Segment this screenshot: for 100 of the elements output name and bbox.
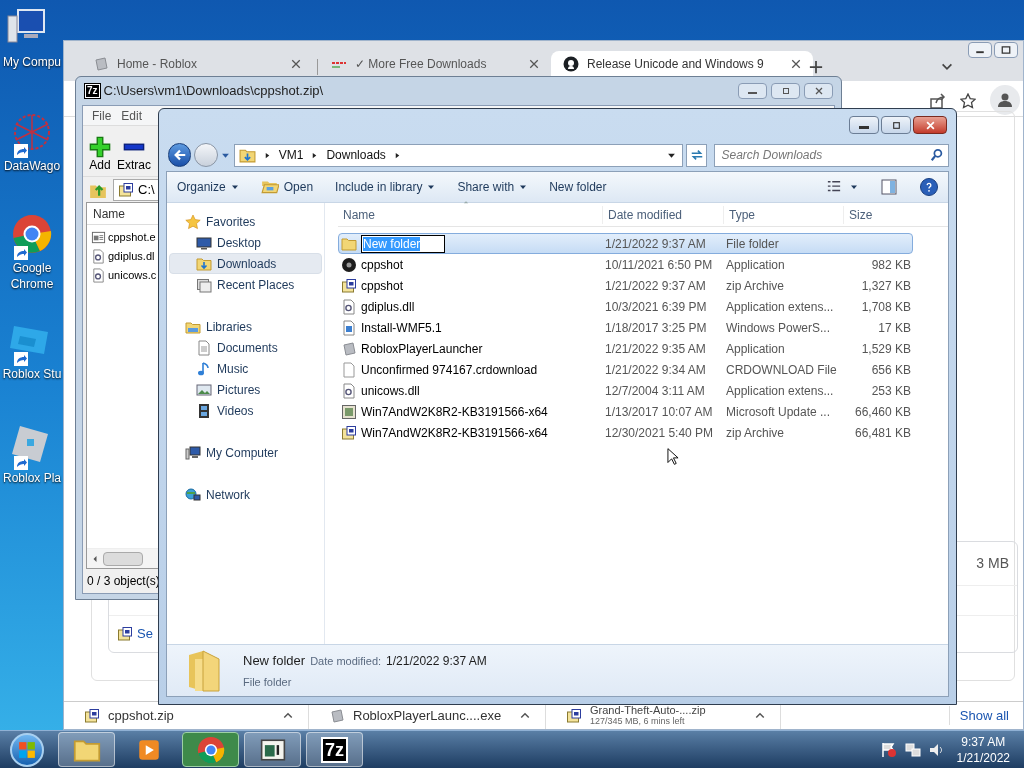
restore-icon — [1001, 45, 1011, 55]
file-row[interactable]: cppshot 1/21/2022 9:37 AM zip Archive 1,327 KB — [338, 275, 913, 296]
breadcrumb[interactable]: Downloads — [326, 146, 386, 164]
link[interactable]: Se — [137, 624, 153, 644]
nav-item[interactable]: My Computer — [167, 442, 324, 463]
start-button[interactable] — [10, 732, 44, 767]
browser-tab[interactable]: Release Unicode and Windows 9 — [551, 51, 813, 77]
preview-pane-icon — [880, 179, 898, 195]
nav-item[interactable]: Favorites — [167, 211, 324, 232]
toolbar-button[interactable]: Organize — [177, 178, 239, 196]
file-name[interactable]: cppshot.e — [108, 229, 156, 246]
toolbar-button[interactable]: Add — [89, 136, 111, 172]
back-button[interactable] — [168, 143, 192, 167]
file-row[interactable]: gdiplus.dll 10/3/2021 6:39 PM Application extens... 1,708 KB — [338, 296, 913, 317]
file-name: cppshot — [361, 277, 404, 295]
nav-item[interactable]: Music — [169, 358, 322, 379]
download-name: RobloxPlayerLaunc....exe — [353, 710, 503, 721]
breadcrumb[interactable]: VM1 — [278, 146, 304, 164]
date-cell-text: 1/21/2022 9:35 AM — [604, 340, 707, 358]
file-row[interactable]: Unconfirmed 974167.crdownload 1/21/2022 9:34 AM CRDOWNLOAD File 656 KB — [338, 359, 913, 380]
music-note-icon — [196, 360, 212, 377]
minimize-button[interactable] — [738, 83, 767, 99]
file-row[interactable]: RobloxPlayerLauncher 1/21/2022 9:35 AM Application 1,529 KB — [338, 338, 913, 359]
restore-button[interactable] — [994, 42, 1018, 58]
nav-item[interactable]: Network — [167, 484, 324, 505]
nav-item[interactable]: Recent Places — [169, 274, 322, 295]
type-cell-text: Application extens... — [725, 298, 835, 316]
file-row[interactable]: cppshot 10/11/2021 6:50 PM Application 982 KB — [338, 254, 913, 275]
search-icon — [930, 148, 944, 162]
desktop-icon-label[interactable]: Roblox Stu — [1, 366, 63, 382]
close-button[interactable] — [804, 83, 833, 99]
desktop-icon-label[interactable]: Roblox Pla — [1, 470, 63, 486]
file-row[interactable]: New folder 1/21/2022 9:37 AM File folder — [338, 233, 913, 254]
nav-item[interactable]: Pictures — [169, 379, 322, 400]
new-tab-icon — [809, 60, 823, 74]
restore-button[interactable] — [771, 83, 800, 99]
close-button[interactable] — [913, 116, 947, 134]
nav-item[interactable]: Videos — [169, 400, 322, 421]
windows-flag-icon — [18, 740, 36, 759]
folder-icon — [341, 235, 357, 252]
open-folder-icon — [260, 178, 279, 196]
search-field[interactable]: Search Downloads — [714, 143, 949, 167]
disc-icon — [341, 256, 357, 273]
scrollbar-thumb[interactable] — [103, 551, 143, 566]
menu-item[interactable]: File — [92, 106, 112, 125]
file-row[interactable]: unicows.dll 12/7/2004 3:11 AM Application extens... 253 KB — [338, 380, 913, 401]
column-header[interactable]: Name — [343, 205, 602, 224]
preview-pane-button[interactable] — [880, 179, 898, 195]
gear-document-icon — [341, 382, 357, 399]
file-name[interactable]: unicows.c — [108, 267, 157, 284]
file-row[interactable]: Install-WMF5.1 1/18/2017 3:25 PM Windows PowerS... 17 KB — [338, 317, 913, 338]
nav-item[interactable]: Libraries — [167, 316, 324, 337]
minimize-button[interactable] — [968, 42, 992, 58]
download-status: 127/345 MB, 6 mins left — [590, 715, 685, 727]
file-row[interactable]: Win7AndW2K8R2-KB3191566-x64 1/13/2017 10:07 AM Microsoft Update ... 66,460 KB — [338, 401, 913, 422]
date-cell-text: 1/13/2017 10:07 AM — [604, 403, 714, 421]
column-header[interactable]: Date modified — [602, 205, 723, 224]
restore-button[interactable] — [881, 116, 911, 134]
toolbar-button[interactable]: Share with — [457, 178, 528, 196]
detail-label: Date modified: — [310, 654, 382, 669]
film-strip-icon — [196, 402, 212, 419]
toolbar-button[interactable]: Extrac — [117, 136, 151, 172]
script-document-icon — [341, 319, 357, 336]
column-header[interactable]: Size — [843, 205, 915, 224]
file-row[interactable]: Win7AndW2K8R2-KB3191566-x64 12/30/2021 5:40 PM zip Archive 66,481 KB — [338, 422, 913, 443]
view-options-button[interactable] — [826, 180, 858, 194]
star-icon — [185, 213, 201, 230]
breadcrumb-arrow-icon — [263, 150, 271, 160]
file-name: Win7AndW2K8R2-KB3191566-x64 — [361, 424, 548, 442]
refresh-button[interactable] — [686, 143, 708, 167]
help-button[interactable] — [920, 178, 938, 196]
taskbar-button[interactable]: 7z — [306, 732, 363, 767]
browser-tab[interactable]: Home - Roblox — [81, 51, 313, 77]
profile-button[interactable] — [990, 85, 1020, 115]
list-view-icon — [826, 180, 842, 194]
file-name[interactable]: gdiplus.dl — [108, 248, 155, 265]
type-cell-text: Application — [725, 256, 786, 274]
archive-icon — [341, 424, 357, 441]
desktop-icon-label[interactable]: DataWago — [1, 158, 63, 174]
column-header[interactable]: Type — [723, 205, 843, 224]
toolbar-button[interactable]: New folder — [549, 178, 607, 196]
toolbar-button[interactable]: Include in library — [335, 178, 436, 196]
type-cell-text: zip Archive — [725, 424, 786, 442]
back-arrow-icon — [172, 148, 187, 162]
desktop-icon-label[interactable]: Google Chrome — [1, 260, 63, 292]
gear-document-icon — [341, 298, 357, 315]
nav-item[interactable]: Desktop — [169, 232, 322, 253]
date-cell-text: 1/18/2017 3:25 PM — [604, 319, 708, 337]
minimize-button[interactable] — [849, 116, 879, 134]
browser-tab[interactable]: ✓ More Free Downloads — [319, 51, 551, 77]
desktop-icon-label[interactable]: My Compu — [1, 54, 63, 70]
column-header[interactable]: Name — [93, 204, 125, 223]
address-bar[interactable]: VM1 Downloads — [233, 143, 684, 167]
breadcrumb-arrow-icon — [311, 150, 319, 160]
archive-icon — [566, 707, 582, 724]
nav-item[interactable]: Documents — [169, 337, 322, 358]
nav-item[interactable]: Downloads — [169, 253, 322, 274]
toolbar-button[interactable]: Open — [260, 178, 314, 196]
menu-item[interactable]: Edit — [121, 106, 143, 125]
size-cell-text: 66,460 KB — [853, 403, 912, 421]
